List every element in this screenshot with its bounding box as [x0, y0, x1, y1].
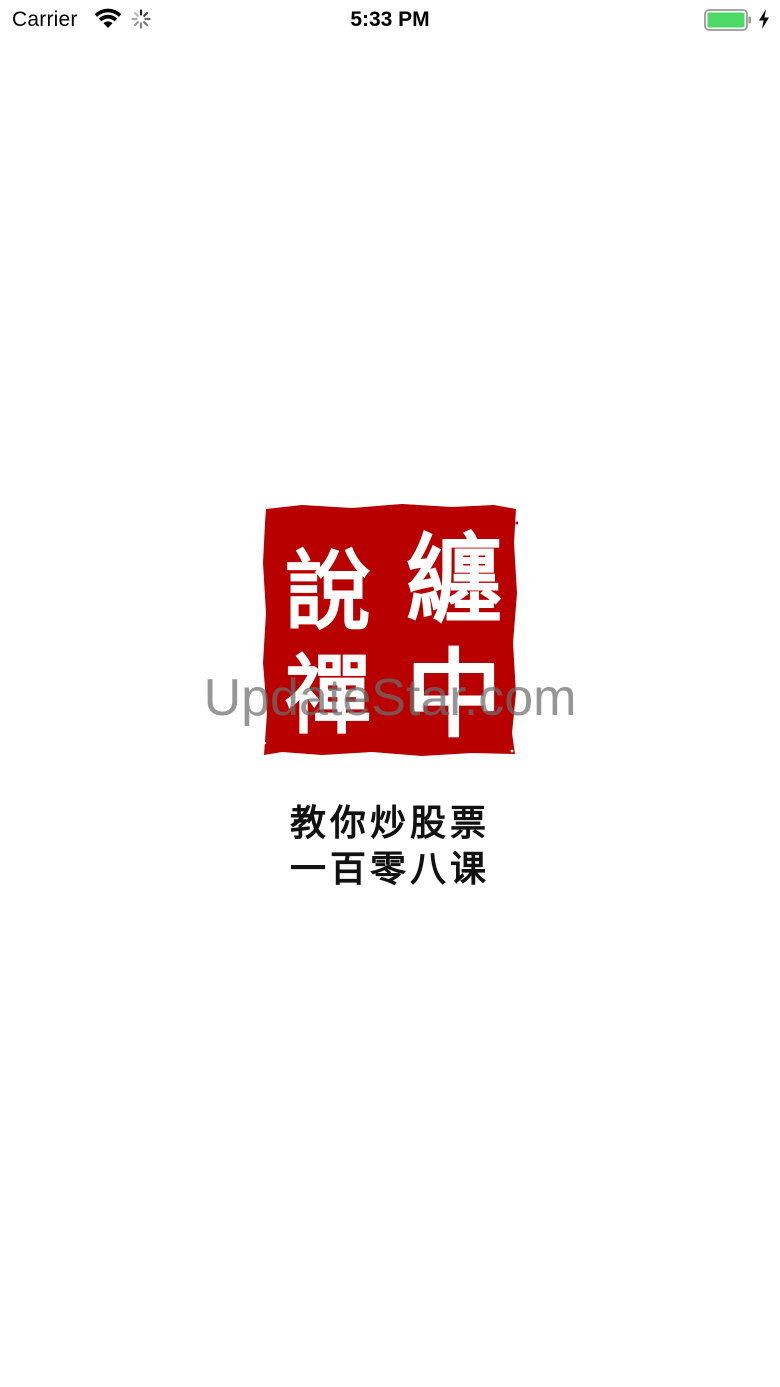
status-time: 5:33 PM	[350, 8, 430, 31]
battery-icon	[704, 9, 752, 31]
watermark-text: UpdateStar.com	[203, 669, 577, 727]
status-bar: Carrier 5:33 PM	[0, 0, 780, 40]
seal-char-shuo: 說	[285, 541, 371, 642]
seal-char-chan: 纏	[406, 523, 502, 636]
tagline-line-2: 一百零八课	[289, 848, 490, 890]
tagline-line-1: 教你炒股票	[289, 802, 490, 844]
charging-bolt-icon	[757, 8, 771, 30]
splash-tagline: 教你炒股票 一百零八课	[254, 800, 526, 892]
